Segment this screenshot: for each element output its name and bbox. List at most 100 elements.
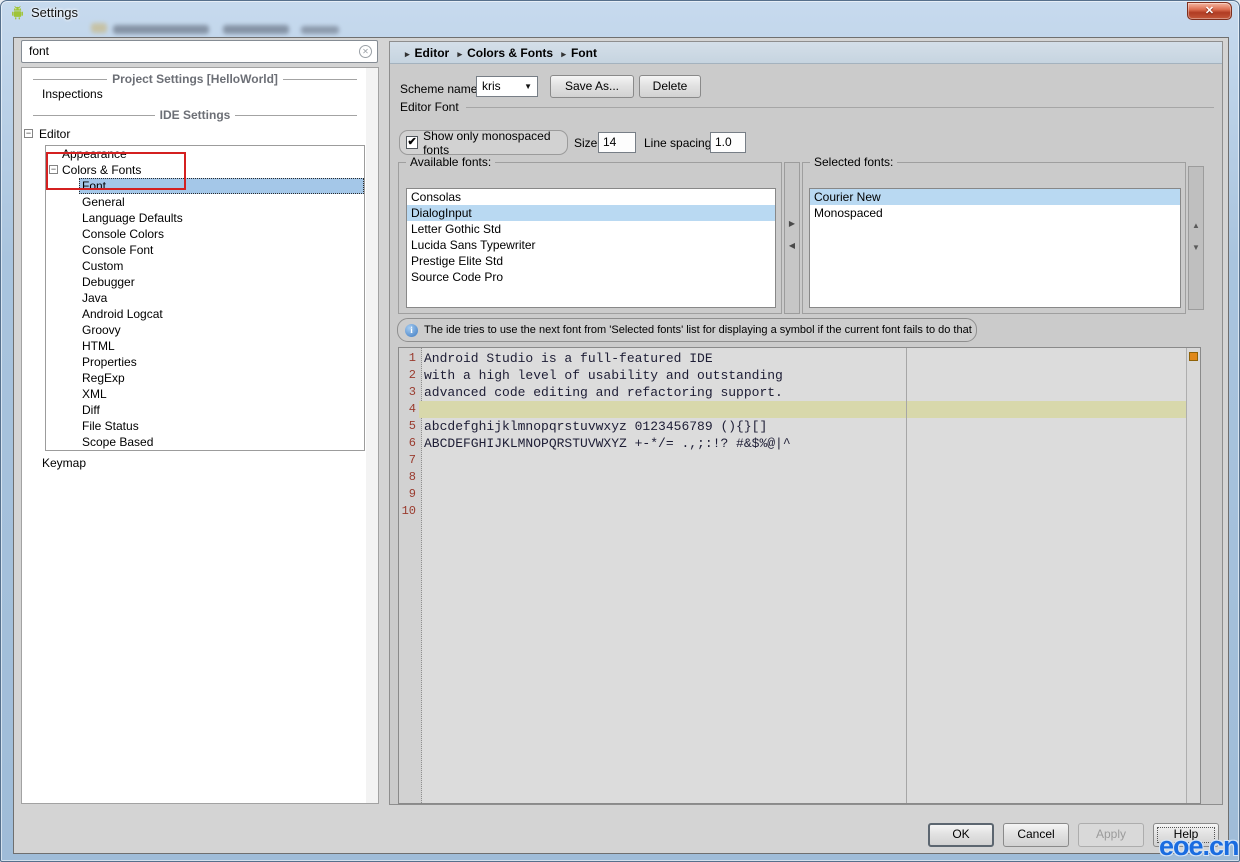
collapse-expander-icon[interactable]: − (24, 129, 33, 138)
font-list-item[interactable]: Prestige Elite Std (407, 253, 775, 269)
editor-children-box: − Appearance − Colors & Fonts − Font − G… (45, 145, 365, 451)
apply-button[interactable]: Apply (1078, 823, 1144, 847)
chevron-down-icon: ▼ (524, 82, 532, 91)
line-text: Android Studio is a full-featured IDE (424, 351, 713, 366)
font-list-item[interactable]: Monospaced (810, 205, 1180, 221)
line-text (419, 486, 1186, 503)
ok-button[interactable]: OK (928, 823, 994, 847)
line-spacing-input[interactable]: 1.0 (710, 132, 746, 153)
line-number: 3 (408, 385, 416, 399)
tree-item[interactable]: − Console Font (46, 242, 364, 258)
tree-item[interactable]: − Android Logcat (46, 306, 364, 322)
tree-item[interactable]: − Groovy (46, 322, 364, 338)
tree-item[interactable]: − Console Colors (46, 226, 364, 242)
search-value: font (29, 44, 50, 58)
font-list-item[interactable]: DialogInput (407, 205, 775, 221)
tree-section-title: IDE Settings (159, 108, 231, 122)
save-as-button[interactable]: Save As... (550, 75, 634, 98)
font-list-item[interactable]: Letter Gothic Std (407, 221, 775, 237)
selected-fonts-list[interactable]: Courier New Monospaced (809, 188, 1181, 308)
tree-item[interactable]: − Debugger (46, 274, 364, 290)
close-button[interactable]: ✕ (1187, 2, 1232, 20)
font-list-item[interactable]: Source Code Pro (407, 269, 775, 285)
tree-scrollbar-track[interactable] (366, 68, 378, 803)
tree-item[interactable]: − General (46, 194, 364, 210)
editor-line: 7 (399, 452, 1200, 469)
info-note: i The ide tries to use the next font fro… (397, 318, 977, 342)
tree-item[interactable]: − File Status (46, 418, 364, 434)
move-buttons-strip: ▶ ◀ (784, 162, 800, 314)
tree-item[interactable]: − RegExp (46, 370, 364, 386)
scheme-name-dropdown[interactable]: kris ▼ (476, 76, 538, 97)
tree-item[interactable]: − HTML (46, 338, 364, 354)
window-title: Settings (31, 5, 78, 20)
editor-line: 2 with a high level of usability and out… (399, 367, 1200, 384)
font-list-item[interactable]: Lucida Sans Typewriter (407, 237, 775, 253)
breadcrumb-separator-icon: ▸ (561, 49, 566, 59)
tree-item[interactable]: − Diff (46, 402, 364, 418)
tree-item[interactable]: − Appearance (46, 146, 364, 162)
breadcrumb-separator-icon: ▸ (405, 49, 410, 59)
tree-item[interactable]: − Java (46, 290, 364, 306)
font-list-item[interactable]: Consolas (407, 189, 775, 205)
tree-item-inspections[interactable]: Inspections (22, 86, 378, 102)
font-list-item[interactable]: Courier New (810, 189, 1180, 205)
editor-line: 5 abcdefghijklmnopqrstuvwxyz 0123456789 … (399, 418, 1200, 435)
tree-item[interactable]: − XML (46, 386, 364, 402)
tree-item-keymap[interactable]: Keymap (22, 455, 378, 471)
size-input[interactable]: 14 (598, 132, 636, 153)
move-up-icon[interactable]: ▲ (1189, 221, 1203, 230)
line-number: 8 (408, 470, 416, 484)
line-text: abcdefghijklmnopqrstuvwxyz 0123456789 ()… (424, 419, 768, 434)
cancel-button[interactable]: Cancel (1003, 823, 1069, 847)
editor-line: 3 advanced code editing and refactoring … (399, 384, 1200, 401)
line-number: 10 (401, 504, 416, 518)
search-input[interactable]: font ✕ (21, 40, 378, 63)
line-number: 9 (408, 487, 416, 501)
size-label: Size: (574, 136, 601, 150)
font-settings-panel: ▸ Editor ▸ Colors & Fonts ▸ Font Scheme nam… (389, 41, 1223, 805)
line-number: 2 (408, 368, 416, 382)
line-number: 1 (408, 351, 416, 365)
error-stripe-marker (1189, 352, 1198, 361)
tree-section-title: Project Settings [HelloWorld] (112, 72, 278, 86)
line-number: 7 (408, 453, 416, 467)
tree-section-ide-settings: IDE Settings (28, 108, 362, 122)
show-monospaced-label: Show only monospaced fonts (423, 128, 551, 157)
available-fonts-list[interactable]: Consolas DialogInput Letter Gothic Std L… (406, 188, 776, 308)
tree-item[interactable]: − Colors & Fonts (46, 162, 364, 178)
project-settings-items: Inspections (22, 86, 378, 102)
breadcrumb: ▸ Editor ▸ Colors & Fonts ▸ Font (390, 42, 1222, 64)
scheme-name-label: Scheme name: (400, 82, 481, 96)
tree-item[interactable]: − Properties (46, 354, 364, 370)
move-down-icon[interactable]: ▼ (1189, 243, 1203, 252)
editor-line: 9 (399, 486, 1200, 503)
line-number: 4 (408, 402, 416, 416)
editor-scrollbar[interactable] (1186, 348, 1200, 803)
background-artifact (113, 25, 209, 34)
line-text: with a high level of usability and outst… (424, 368, 783, 383)
search-clear-icon[interactable]: ✕ (359, 45, 372, 58)
background-artifact (91, 23, 107, 33)
tree-item[interactable]: − Custom (46, 258, 364, 274)
tree-section-project-settings: Project Settings [HelloWorld] (28, 72, 362, 86)
delete-button[interactable]: Delete (639, 75, 701, 98)
editor-line: 10 (399, 503, 1200, 520)
breadcrumb-item: ▸ Font (561, 46, 597, 60)
background-artifact (301, 26, 339, 34)
editor-line: 8 (399, 469, 1200, 486)
tree-item[interactable]: − Scope Based (46, 434, 364, 450)
show-monospaced-checkbox[interactable]: ✔ Show only monospaced fonts (399, 128, 568, 157)
move-right-icon[interactable]: ▶ (785, 219, 799, 228)
tree-item-editor[interactable]: − Editor (22, 126, 378, 142)
tree-item[interactable]: − Language Defaults (46, 210, 364, 226)
tree-item[interactable]: − Font (46, 178, 364, 194)
breadcrumb-item: ▸ Editor (405, 46, 450, 60)
collapse-expander-icon[interactable]: − (49, 165, 58, 174)
editor-lines: 1 Android Studio is a full-featured IDE … (399, 348, 1200, 803)
move-left-icon[interactable]: ◀ (785, 241, 799, 250)
selected-fonts-group: Selected fonts: Courier New Monospaced (802, 155, 1186, 314)
checkbox-check-icon[interactable]: ✔ (406, 136, 419, 149)
settings-window: Settings ✕ font ✕ Project Settings [Hell… (0, 0, 1240, 862)
editor-line: 1 Android Studio is a full-featured IDE (399, 350, 1200, 367)
